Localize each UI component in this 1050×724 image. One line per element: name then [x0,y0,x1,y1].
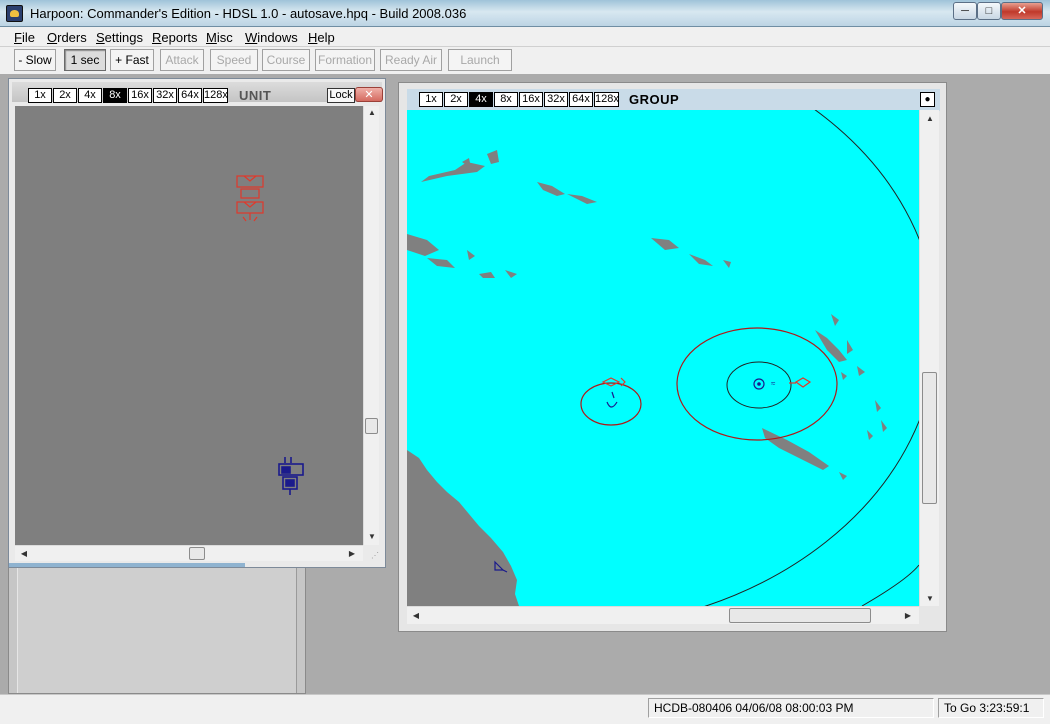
scroll-up-arrow-icon[interactable]: ▲ [365,108,379,117]
unit-zoom-4x[interactable]: 4x [78,88,102,103]
scroll-right-arrow-icon[interactable]: ▶ [901,611,915,620]
scroll-left-arrow-icon[interactable]: ◀ [17,549,31,558]
unit-zoom-1x[interactable]: 1x [28,88,52,103]
group-range-ring-outer [676,327,838,441]
land-masses [407,150,887,606]
group-vertical-scrollbar[interactable]: ▲ ▼ [919,110,939,606]
unit-zoom-64x[interactable]: 64x [178,88,202,103]
unit-vertical-scrollbar[interactable]: ▲ ▼ [363,106,379,545]
group-zoom-1x[interactable]: 1x [419,92,443,107]
group-zoom-2x[interactable]: 2x [444,92,468,107]
menu-misc[interactable]: Misc [206,30,233,45]
group-zoom-8x[interactable]: 8x [494,92,518,107]
group-window[interactable]: 1x 2x 4x 8x 16x 32x 64x 128x GROUP ● ≈ ▲… [398,82,947,632]
group-zoom-4x[interactable]: 4x [469,92,493,107]
outer-range-ring-arc [861,564,919,606]
unit-zoom-16x[interactable]: 16x [128,88,152,103]
hostile-unit-marker [236,175,264,222]
unit-vscroll-thumb[interactable] [365,418,378,434]
menu-reports[interactable]: Reports [152,30,198,45]
status-bar: HCDB-080406 04/06/08 08:00:03 PM To Go 3… [0,694,1050,724]
group-hscroll-thumb[interactable] [729,608,871,623]
group-map-view[interactable]: ≈ [407,110,919,606]
group-zoom-32x[interactable]: 32x [544,92,568,107]
speed-button[interactable]: Speed [210,49,258,71]
scroll-up-arrow-icon[interactable]: ▲ [923,114,937,123]
menu-settings[interactable]: Settings [96,30,143,45]
attack-button[interactable]: Attack [160,49,204,71]
scroll-left-arrow-icon[interactable]: ◀ [409,611,423,620]
slow-button[interactable]: - Slow [14,49,56,71]
unit-zoom-128x[interactable]: 128x [203,88,228,103]
unit-zoom-bar: 1x 2x 4x 8x 16x 32x 64x 128x [28,88,229,103]
unit-horizontal-scrollbar[interactable]: ◀ ▶ [15,545,363,561]
unit-zoom-2x[interactable]: 2x [53,88,77,103]
ready-air-button[interactable]: Ready Air [380,49,442,71]
resize-grip-icon[interactable]: ⋰ [371,551,379,560]
group-options-button[interactable]: ● [920,92,935,107]
lock-button[interactable]: Lock [327,88,355,103]
group-heading-marker: ≈ [771,379,776,388]
menu-bar: File Orders Settings Reports Misc Window… [0,27,1050,47]
unit-zoom-32x[interactable]: 32x [153,88,177,103]
scroll-down-arrow-icon[interactable]: ▼ [923,594,937,603]
course-button[interactable]: Course [262,49,310,71]
unit-map-view[interactable] [15,106,363,545]
app-icon [6,5,23,22]
unit-window[interactable]: 1x 2x 4x 8x 16x 32x 64x 128x UNIT Lock ✕ [8,78,386,568]
one-sec-button[interactable]: 1 sec [64,49,106,71]
menu-file[interactable]: File [14,30,35,45]
unit-close-button[interactable]: ✕ [355,87,383,102]
scroll-right-arrow-icon[interactable]: ▶ [345,549,359,558]
unit-window-title: UNIT [239,88,272,103]
menu-help[interactable]: Help [308,30,335,45]
scroll-down-arrow-icon[interactable]: ▼ [365,532,379,541]
friendly-unit-marker [278,457,304,495]
window-title: Harpoon: Commander's Edition - HDSL 1.0 … [30,6,467,21]
window-titlebar[interactable]: Harpoon: Commander's Edition - HDSL 1.0 … [0,0,1050,27]
info-panel [8,566,306,694]
group-zoom-128x[interactable]: 128x [594,92,619,107]
group-window-title: GROUP [629,92,680,107]
group-zoom-64x[interactable]: 64x [569,92,593,107]
menu-windows[interactable]: Windows [245,30,298,45]
unit-hscroll-thumb[interactable] [189,547,205,560]
group-zoom-bar: 1x 2x 4x 8x 16x 32x 64x 128x [419,92,620,107]
close-button[interactable]: ✕ [1001,2,1043,20]
group-vscroll-thumb[interactable] [922,372,937,504]
friendly-group-marker [494,378,765,573]
unit-zoom-8x[interactable]: 8x [103,88,127,103]
toolbar: - Slow 1 sec + Fast Attack Speed Course … [0,47,1050,74]
fast-button[interactable]: + Fast [110,49,154,71]
hostile-contact-marker [601,377,812,388]
hostile-range-ring [580,382,642,426]
formation-button[interactable]: Formation [315,49,375,71]
menu-orders[interactable]: Orders [47,30,87,45]
minimize-button[interactable]: ─ [953,2,977,20]
time-to-go-status: To Go 3:23:59:1 [938,698,1044,718]
group-zoom-16x[interactable]: 16x [519,92,543,107]
database-time-status: HCDB-080406 04/06/08 08:00:03 PM [648,698,934,718]
unit-window-bottom-border [9,563,245,567]
group-horizontal-scrollbar[interactable]: ◀ ▶ [407,606,919,624]
launch-button[interactable]: Launch [448,49,512,71]
maximize-button[interactable]: □ [977,2,1001,20]
